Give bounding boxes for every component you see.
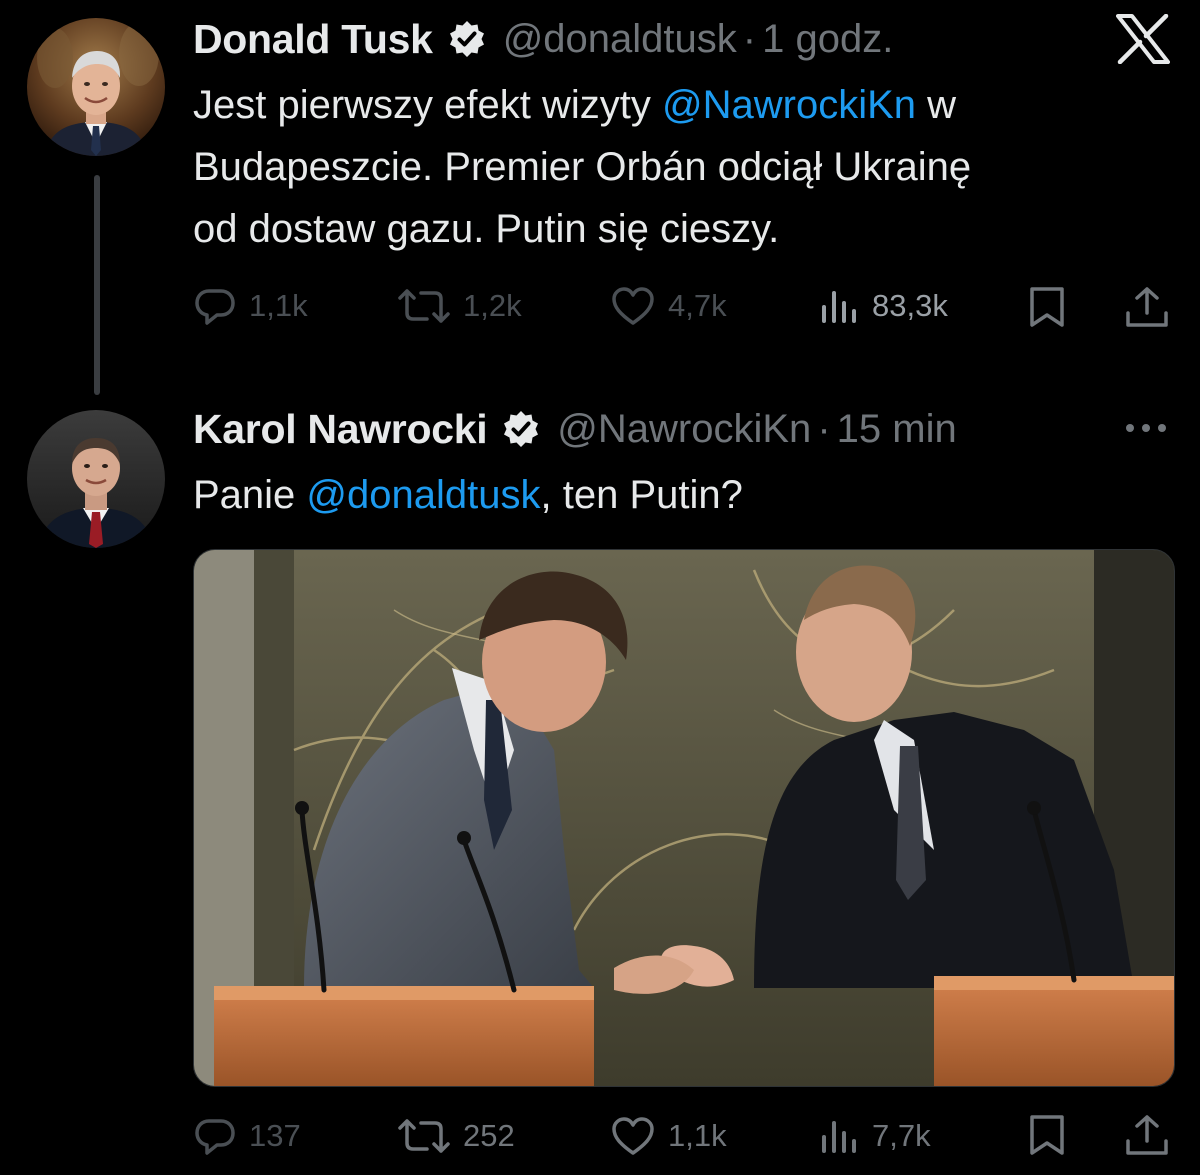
like-button[interactable]: 1,1k	[610, 1115, 727, 1157]
x-logo-icon	[1116, 13, 1170, 69]
views-count: 7,7k	[872, 1118, 931, 1153]
share-icon	[1124, 285, 1170, 329]
reply-icon	[193, 1115, 237, 1157]
text-segment: , ten Putin?	[540, 473, 743, 517]
author-handle[interactable]: @donaldtusk	[503, 17, 737, 62]
views-icon	[818, 1115, 860, 1157]
tweet-header: Donald Tusk @donaldtusk · 1 godz.	[193, 14, 893, 64]
text-segment: Jest pierwszy efekt wizyty	[193, 83, 663, 127]
like-button[interactable]: 4,7k	[610, 285, 727, 327]
bookmark-icon	[1026, 1113, 1068, 1157]
views-button[interactable]: 83,3k	[818, 285, 948, 327]
reply-count: 1,1k	[249, 288, 308, 323]
verified-badge-icon	[447, 19, 487, 59]
like-icon	[610, 1115, 656, 1157]
views-icon	[818, 285, 860, 327]
text-segment: w	[916, 83, 957, 127]
like-icon	[610, 285, 656, 327]
views-count: 83,3k	[872, 288, 948, 323]
avatar-karol-nawrocki[interactable]	[27, 410, 165, 548]
like-count: 4,7k	[668, 288, 727, 323]
like-count: 1,1k	[668, 1118, 727, 1153]
repost-count: 252	[463, 1118, 515, 1153]
separator-dot: ·	[817, 406, 831, 451]
attached-photo[interactable]	[193, 549, 1175, 1087]
mention-link[interactable]: @NawrockiKn	[662, 83, 916, 127]
share-button[interactable]	[1124, 285, 1182, 329]
tweet-text-line-1: Panie @donaldtusk, ten Putin?	[193, 464, 743, 526]
reply-button[interactable]: 1,1k	[193, 285, 308, 327]
author-name[interactable]: Karol Nawrocki	[193, 406, 488, 453]
separator-dot: ·	[742, 16, 757, 61]
bookmark-icon	[1026, 285, 1068, 329]
share-icon	[1124, 1113, 1170, 1157]
avatar-donald-tusk[interactable]	[27, 18, 165, 156]
text-segment: Panie	[193, 473, 307, 517]
press-conference-handshake-image	[194, 550, 1174, 1086]
repost-button[interactable]: 252	[397, 1115, 515, 1157]
tweet-header: Karol Nawrocki @NawrockiKn · 15 min	[193, 404, 957, 454]
share-button[interactable]	[1124, 1113, 1182, 1157]
repost-icon	[397, 285, 451, 327]
tweet-text: Panie @donaldtusk, ten Putin?	[193, 464, 743, 526]
author-name[interactable]: Donald Tusk	[193, 16, 433, 63]
bookmark-button[interactable]	[1026, 285, 1080, 329]
thread-connector-line	[94, 175, 100, 395]
tweet-text-line-1: Jest pierwszy efekt wizyty @NawrockiKn w	[193, 74, 971, 136]
reply-count: 137	[249, 1118, 301, 1153]
tweet-text: Jest pierwszy efekt wizyty @NawrockiKn w…	[193, 74, 971, 260]
more-options-icon[interactable]	[1124, 418, 1168, 443]
tweet-text-line-2: Budapeszcie. Premier Orbán odciął Ukrain…	[193, 145, 972, 189]
reply-icon	[193, 285, 237, 327]
bookmark-button[interactable]	[1026, 1113, 1080, 1157]
repost-button[interactable]: 1,2k	[397, 285, 522, 327]
reply-button[interactable]: 137	[193, 1115, 301, 1157]
verified-badge-icon	[501, 409, 541, 449]
repost-count: 1,2k	[463, 288, 522, 323]
timestamp[interactable]: 1 godz.	[762, 17, 893, 62]
views-button[interactable]: 7,7k	[818, 1115, 931, 1157]
mention-link[interactable]: @donaldtusk	[306, 473, 540, 517]
tweet-text-line-3: od dostaw gazu. Putin się cieszy.	[193, 207, 780, 251]
repost-icon	[397, 1115, 451, 1157]
timestamp[interactable]: 15 min	[837, 407, 957, 452]
author-handle[interactable]: @NawrockiKn	[557, 407, 811, 452]
